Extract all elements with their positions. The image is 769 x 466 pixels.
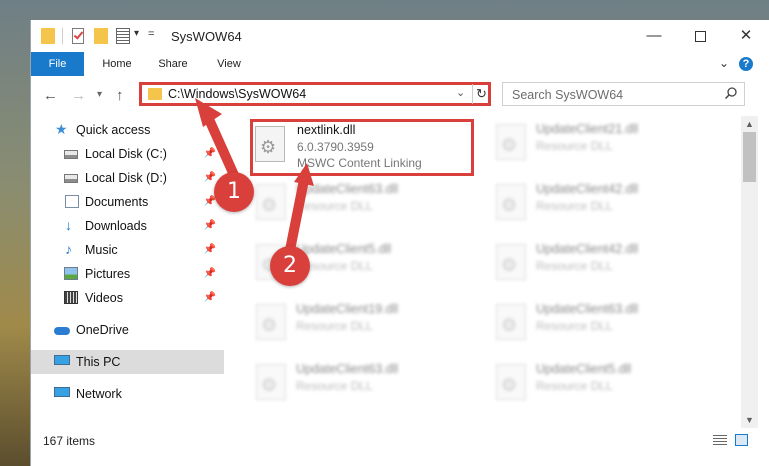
callout-badge-2: 2	[270, 246, 310, 286]
arrow-1-head	[195, 98, 222, 127]
arrow-2-head	[294, 163, 314, 186]
callout-badge-1: 1	[214, 172, 254, 212]
callout-arrows	[195, 98, 314, 255]
arrow-2-shaft	[285, 175, 309, 255]
arrow-1-shaft	[203, 112, 239, 180]
